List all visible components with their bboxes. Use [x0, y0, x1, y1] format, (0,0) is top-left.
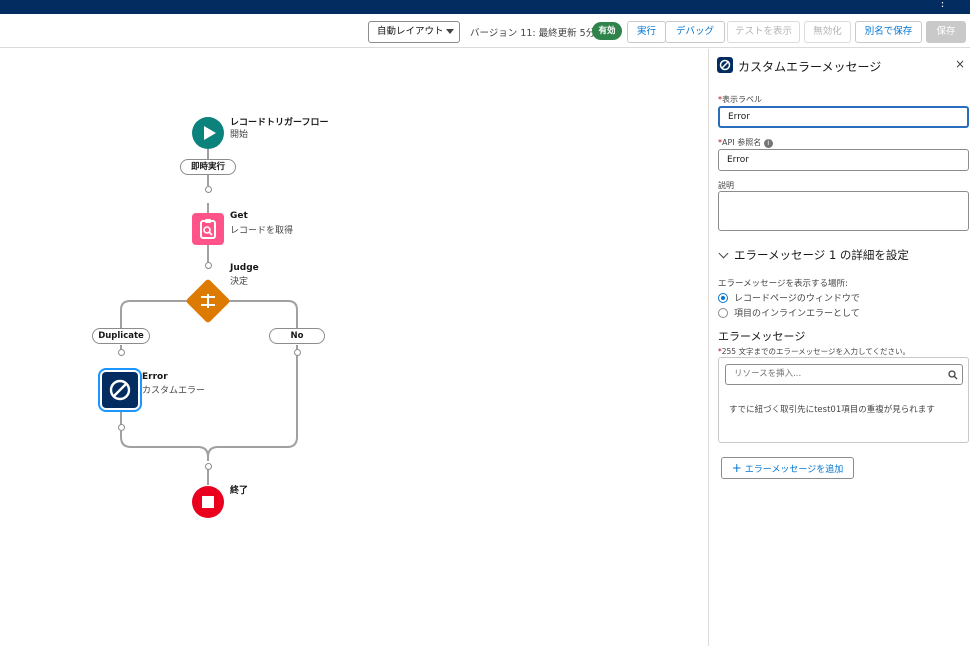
section-title[interactable]: エラーメッセージ 1 の詳細を設定 — [734, 247, 909, 263]
branch-duplicate[interactable]: Duplicate — [92, 328, 150, 344]
save-as-button[interactable]: 別名で保存 — [855, 21, 922, 43]
deactivate-button[interactable]: 無効化 — [804, 21, 851, 43]
message-heading: エラーメッセージ — [718, 330, 806, 343]
custom-error-node[interactable] — [102, 372, 138, 408]
radio-selected-icon — [718, 293, 728, 303]
flow-connectors — [120, 149, 298, 485]
message-text[interactable]: すでに紐づく取引先にtest01項目の重複が見られます — [729, 403, 935, 415]
branch-no[interactable]: No — [269, 328, 325, 344]
debug-button[interactable]: デバッグ — [665, 21, 725, 43]
play-icon — [204, 126, 216, 140]
builder-toolbar: 自動レイアウト バージョン 11: 最終更新 5分前 有効 実行 デバッグ テス… — [0, 14, 970, 48]
error-node-subtitle: カスタムエラー — [142, 386, 206, 396]
connector-dot[interactable] — [205, 186, 212, 193]
block-icon — [109, 379, 131, 401]
panel-header: カスタムエラーメッセージ × — [717, 57, 967, 75]
top-nav-bar: ⋮ — [0, 0, 970, 14]
add-icon: + — [731, 461, 742, 475]
radio-record-window[interactable]: レコードページのウィンドウで — [718, 291, 860, 304]
api-name-label: *API 参照名 i — [718, 137, 773, 148]
add-error-message-button[interactable]: + エラーメッセージを追加 — [721, 457, 854, 479]
stop-icon — [202, 496, 214, 508]
info-icon: i — [763, 139, 773, 148]
get-node-subtitle: レコードを取得 — [230, 226, 294, 236]
message-hint: *255 文字までのエラーメッセージを入力してください。 — [718, 347, 911, 356]
get-records-node[interactable] — [192, 213, 224, 245]
start-node[interactable] — [192, 117, 224, 149]
resource-search-input[interactable]: リソースを挿入... — [725, 364, 963, 385]
connector-dot[interactable] — [205, 262, 212, 269]
get-node-title: Get — [230, 211, 248, 221]
radio-inline-error[interactable]: 項目のインラインエラーとして — [718, 306, 860, 319]
decision-node-subtitle: 決定 — [230, 277, 249, 287]
decision-icon — [201, 294, 215, 308]
label-field-label: *表示ラベル — [718, 95, 762, 104]
location-label: エラーメッセージを表示する場所: — [718, 279, 848, 289]
status-badge: 有効 — [592, 22, 622, 40]
end-node[interactable] — [192, 486, 224, 518]
block-icon — [717, 57, 733, 73]
message-editor[interactable]: リソースを挿入... すでに紐づく取引先にtest01項目の重複が見られます — [718, 357, 969, 443]
run-immediately-path[interactable]: 即時実行 — [180, 159, 236, 175]
start-node-subtitle: 開始 — [230, 130, 249, 140]
properties-panel: カスタムエラーメッセージ × *表示ラベル Error *API 参照名 i E… — [708, 49, 970, 646]
description-textarea[interactable] — [718, 191, 969, 231]
error-node-title: Error — [142, 372, 168, 382]
more-icon[interactable]: ⋮ — [937, 0, 948, 9]
run-button[interactable]: 実行 — [627, 21, 666, 43]
chevron-down-icon — [446, 29, 454, 34]
chevron-down-icon[interactable] — [718, 248, 729, 259]
connector-dot[interactable] — [118, 349, 125, 356]
api-name-input[interactable]: Error — [718, 149, 969, 171]
decision-node-title: Judge — [230, 263, 259, 273]
save-button[interactable]: 保存 — [926, 21, 966, 43]
label-input[interactable]: Error — [718, 106, 969, 128]
version-info: バージョン 11: 最終更新 5分前 — [470, 28, 605, 39]
layout-select[interactable]: 自動レイアウト — [368, 21, 460, 43]
layout-select-value: 自動レイアウト — [377, 26, 444, 37]
flow-canvas[interactable]: レコードトリガーフロー 開始 即時実行 Get レコードを取得 Judge 決定… — [0, 49, 708, 646]
clipboard-search-icon — [200, 219, 216, 239]
end-node-title: 終了 — [230, 486, 249, 496]
radio-icon — [718, 308, 728, 318]
description-label: 説明 — [718, 181, 734, 190]
connector-dot[interactable] — [294, 349, 301, 356]
search-icon — [948, 370, 958, 380]
panel-title: カスタムエラーメッセージ — [738, 60, 882, 74]
view-tests-button[interactable]: テストを表示 — [727, 21, 800, 43]
connector-dot[interactable] — [205, 463, 212, 470]
close-icon[interactable]: × — [955, 57, 965, 71]
connector-dot[interactable] — [118, 424, 125, 431]
